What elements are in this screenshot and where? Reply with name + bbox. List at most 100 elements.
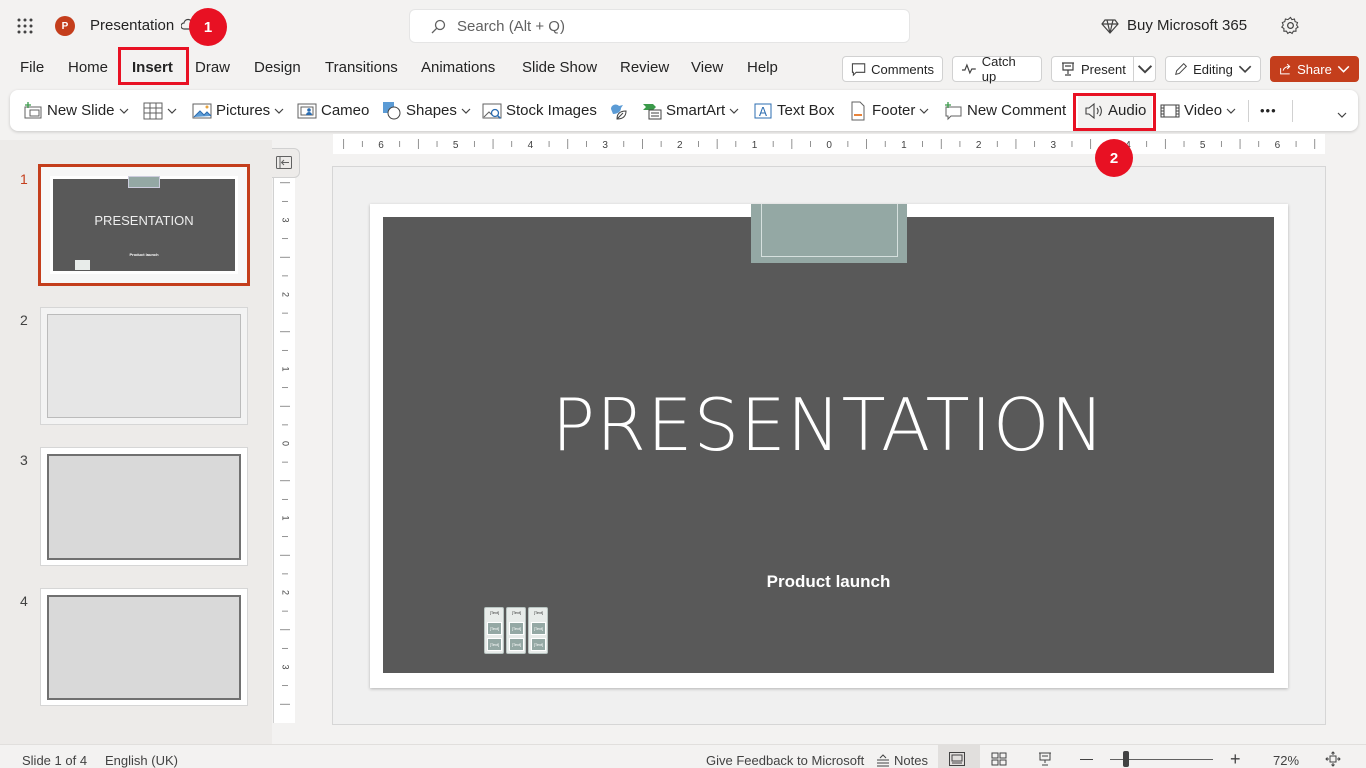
tab-view[interactable]: View — [691, 58, 723, 78]
slide-subtitle[interactable]: Product launch — [383, 572, 1274, 592]
zoom-percentage[interactable]: 72% — [1273, 753, 1299, 768]
slide-tab-shape-border — [761, 204, 898, 257]
slide-sorter-view-icon[interactable] — [991, 752, 1007, 766]
notes-button[interactable]: Notes — [894, 753, 928, 768]
pictures-button[interactable]: Pictures — [192, 90, 284, 131]
tab-animations[interactable]: Animations — [421, 58, 495, 78]
zoom-in-button[interactable]: + — [1230, 749, 1241, 768]
tab-insert[interactable]: Insert — [132, 58, 173, 78]
mini-table-column[interactable]: [Text] [Text] [Text] — [484, 607, 504, 654]
slide-thumbnail-4[interactable] — [40, 588, 248, 706]
comments-button[interactable]: Comments — [842, 56, 943, 82]
zoom-slider-thumb[interactable] — [1123, 751, 1130, 767]
chevron-down-icon — [919, 108, 929, 114]
tab-draw[interactable]: Draw — [195, 58, 230, 78]
table-button[interactable] — [143, 90, 177, 131]
stock-images-button[interactable]: Stock Images — [482, 90, 597, 131]
table-icon — [143, 102, 163, 119]
thumbnail-slide-border: PRESENTATION Product launch — [50, 176, 238, 274]
mini-table-column[interactable]: [Text] [Text] [Text] — [506, 607, 526, 654]
thumbnail-slide-bg — [47, 454, 241, 560]
share-button[interactable]: Share — [1270, 56, 1359, 82]
buy-microsoft-365-link[interactable]: Buy Microsoft 365 — [1127, 17, 1247, 34]
ruler-label: 5 — [453, 140, 459, 151]
reading-view-icon[interactable] — [1038, 752, 1052, 766]
tab-design[interactable]: Design — [254, 58, 301, 78]
ruler-label: 3 — [281, 664, 291, 669]
mini-table-header: [Text] — [511, 610, 522, 615]
thumbnail-subtitle: Product launch — [129, 252, 159, 257]
slide-thumbnail-2[interactable] — [40, 307, 248, 425]
chevron-down-icon — [274, 108, 284, 114]
document-title[interactable]: Presentation — [90, 17, 174, 34]
video-button[interactable]: Video — [1160, 90, 1236, 131]
more-options-button[interactable]: ••• — [1260, 90, 1277, 131]
insert-ribbon: New Slide Pictures Cameo Shapes Stock Im… — [10, 90, 1358, 131]
thumbnail-slide-bg — [47, 595, 241, 700]
slide-thumbnail-3[interactable] — [40, 447, 248, 566]
ruler-label: 6 — [378, 140, 384, 151]
chevron-down-icon — [1337, 65, 1350, 73]
chevron-down-icon — [119, 108, 128, 114]
pencil-icon — [1175, 63, 1188, 75]
fit-to-window-icon[interactable] — [1325, 751, 1341, 767]
mini-table-cell: [Text] — [509, 638, 524, 651]
chevron-down-icon — [729, 108, 739, 114]
comment-icon — [851, 63, 866, 77]
settings-gear-icon[interactable] — [1281, 16, 1300, 35]
new-comment-button[interactable]: New Comment — [943, 90, 1066, 131]
new-comment-label: New Comment — [967, 102, 1067, 119]
text-box-label: Text Box — [777, 102, 835, 119]
mini-table-column[interactable]: [Text] [Text] [Text] — [528, 607, 548, 654]
language-indicator[interactable]: English (UK) — [105, 753, 178, 768]
normal-view-icon[interactable] — [949, 752, 965, 766]
tab-help[interactable]: Help — [747, 58, 778, 78]
give-feedback-link[interactable]: Give Feedback to Microsoft — [706, 753, 864, 768]
zoom-out-button[interactable] — [1080, 759, 1093, 760]
text-box-icon: A — [754, 103, 772, 119]
pictures-label: Pictures — [216, 102, 271, 119]
notes-icon[interactable] — [876, 754, 890, 768]
slide-tab-shape[interactable] — [751, 204, 907, 263]
ribbon-divider — [1248, 100, 1249, 122]
search-input[interactable]: Search (Alt + Q) — [409, 9, 910, 43]
text-box-button[interactable]: A Text Box — [753, 90, 835, 131]
slide-thumbnail-1[interactable]: PRESENTATION Product launch — [38, 164, 250, 286]
mini-table-cell: [Text] — [531, 622, 546, 635]
powerpoint-logo-icon: P — [55, 16, 75, 36]
tab-home[interactable]: Home — [68, 58, 108, 78]
mini-table-header: [Text] — [533, 610, 544, 615]
footer-button[interactable]: Footer — [848, 90, 929, 131]
chevron-down-icon — [1238, 65, 1252, 74]
present-button[interactable]: Present — [1051, 56, 1156, 82]
icons-button[interactable] — [608, 90, 628, 131]
ruler-label: 6 — [1275, 140, 1281, 151]
editing-mode-button[interactable]: Editing — [1165, 56, 1261, 82]
tab-file[interactable]: File — [20, 58, 44, 78]
collapse-pane-button[interactable] — [272, 148, 300, 178]
new-slide-button[interactable]: New Slide — [23, 90, 129, 131]
app-launcher-icon[interactable] — [16, 17, 34, 35]
thumbnail-title: PRESENTATION — [94, 213, 194, 228]
new-comment-icon — [945, 101, 962, 120]
stock-images-label: Stock Images — [506, 102, 597, 119]
present-options-dropdown[interactable] — [1133, 57, 1155, 81]
expand-ribbon-button[interactable] — [1337, 94, 1347, 135]
tab-slide-show[interactable]: Slide Show — [522, 58, 597, 78]
slide-counter: Slide 1 of 4 — [22, 753, 88, 768]
mini-table-cell: [Text] — [509, 622, 524, 635]
shapes-button[interactable]: Shapes — [382, 90, 471, 131]
audio-button[interactable]: Audio — [1078, 93, 1153, 128]
thumbnail-number: 3 — [20, 452, 28, 468]
mini-table-cell: [Text] — [531, 638, 546, 651]
catch-up-button[interactable]: Catch up — [952, 54, 1042, 84]
smartart-icon — [643, 103, 662, 119]
tab-review[interactable]: Review — [620, 58, 669, 78]
slide-title[interactable]: PRESENTATION — [383, 383, 1274, 467]
smartart-button[interactable]: SmartArt — [642, 90, 739, 131]
cameo-button[interactable]: Cameo — [297, 90, 369, 131]
ruler-label: 3 — [1051, 140, 1057, 151]
new-slide-icon — [24, 101, 42, 118]
tab-transitions[interactable]: Transitions — [325, 58, 398, 78]
chevron-down-icon — [1137, 65, 1152, 74]
